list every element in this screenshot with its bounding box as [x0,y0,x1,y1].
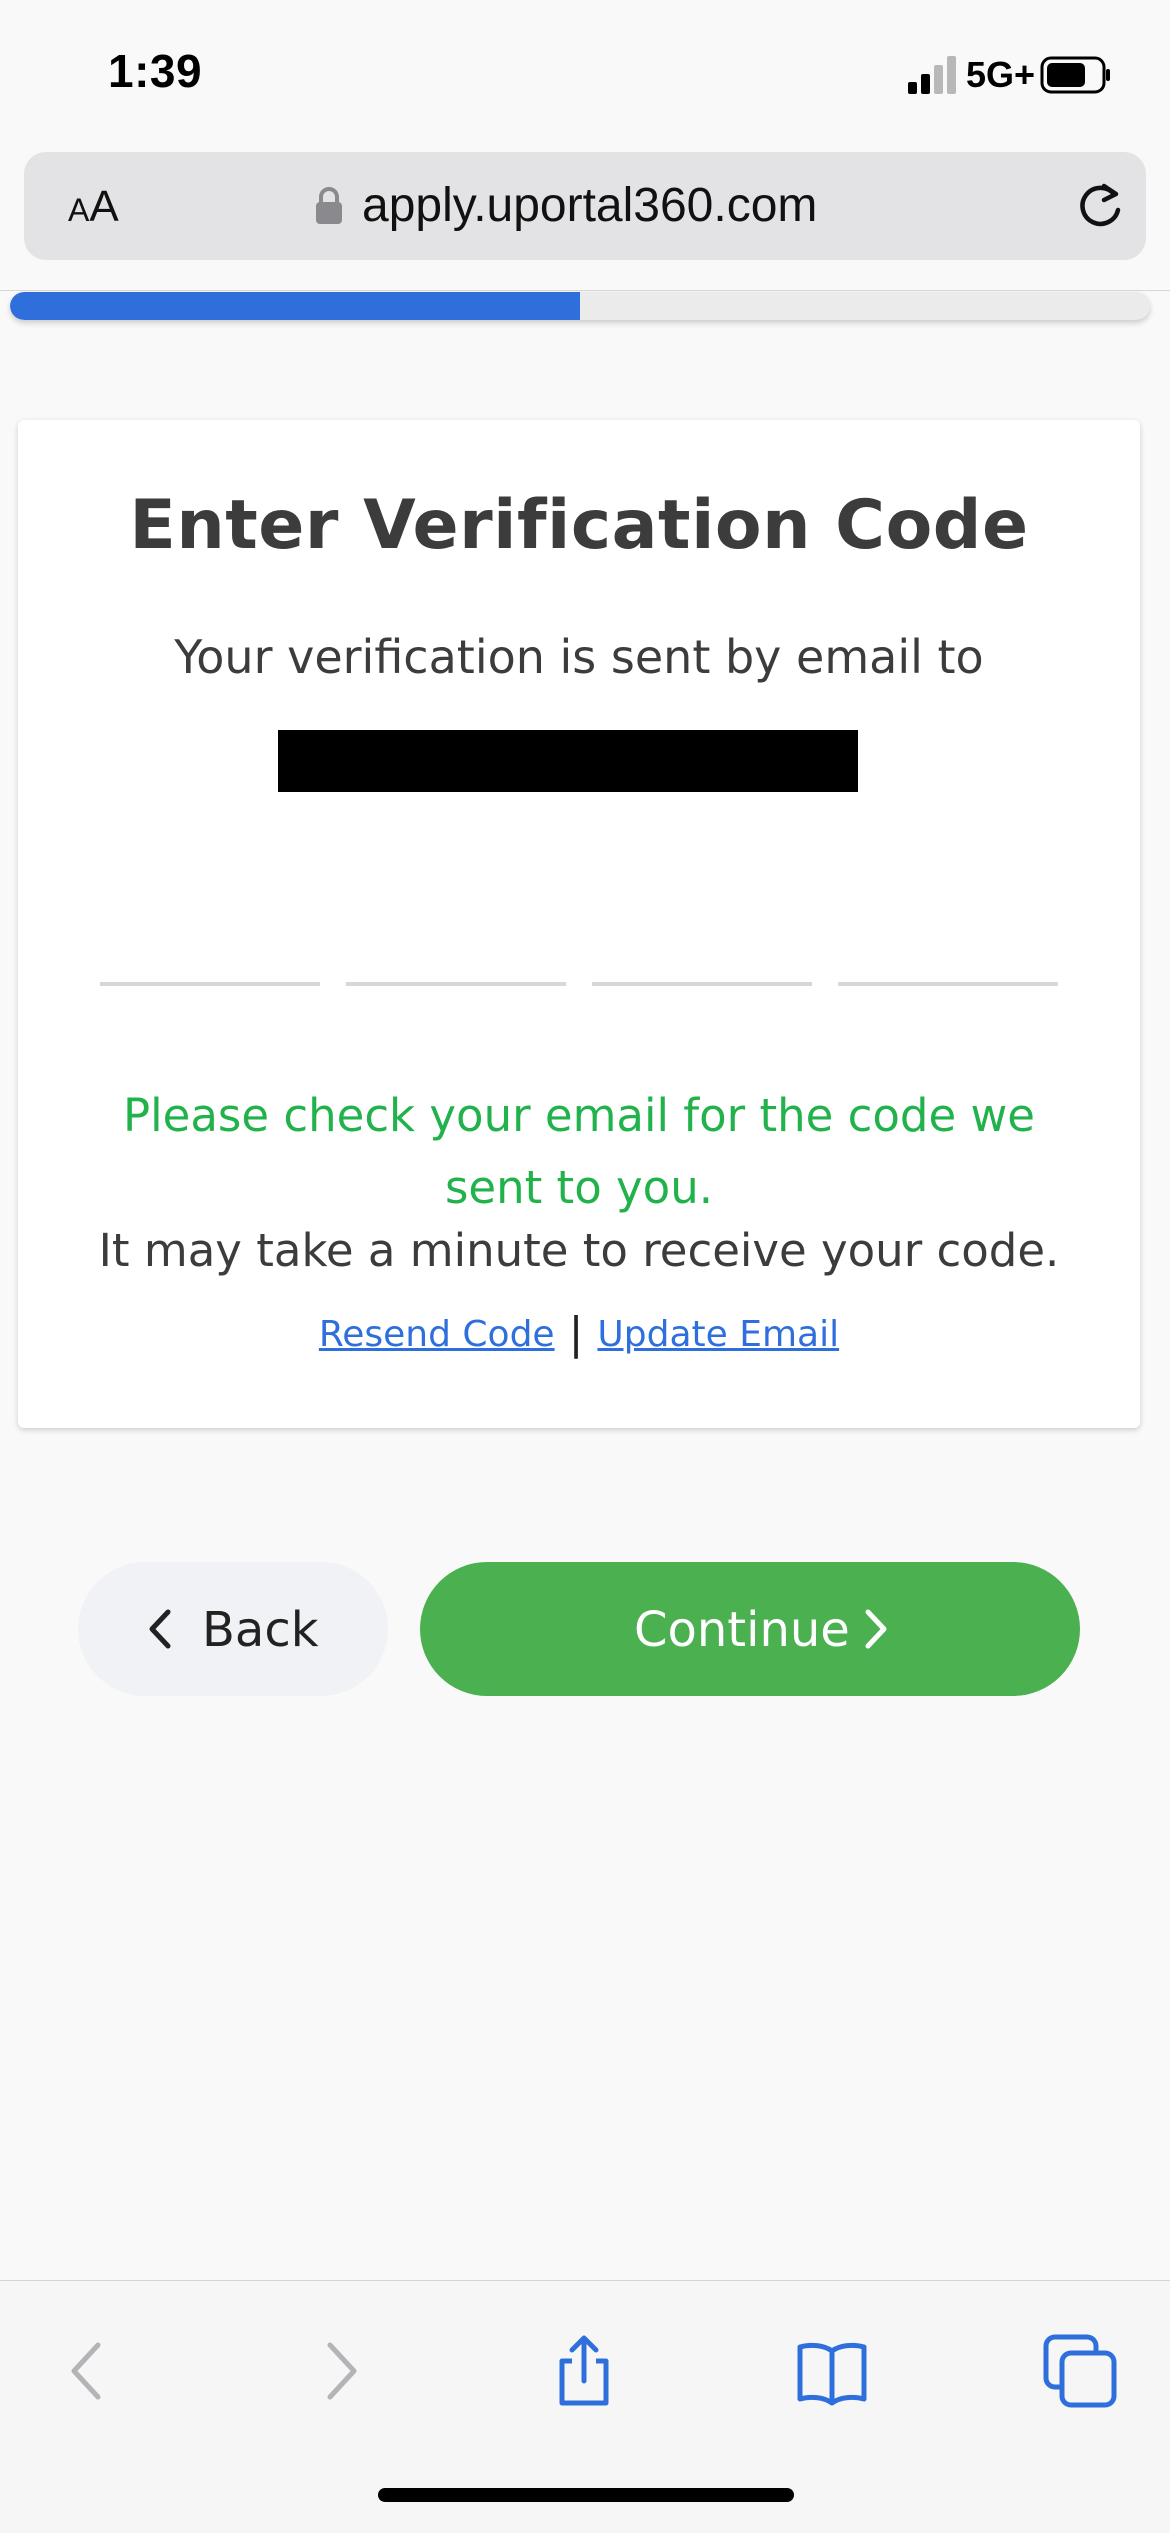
code-input-group [100,920,1074,986]
code-digit-1[interactable] [100,920,320,986]
redacted-email [278,730,858,792]
verification-card: Enter Verification Code Your verificatio… [18,420,1140,1428]
code-links: Resend Code | Update Email [18,1306,1140,1359]
status-bar: 1:39 5G+ [0,0,1170,140]
chevron-right-icon [865,1609,887,1649]
chevron-left-icon [149,1609,171,1649]
bookmarks-icon[interactable] [792,2331,872,2411]
check-email-message: Please check your email for the code we … [123,1089,1035,1214]
lock-icon [316,187,342,224]
verification-subtitle: Your verification is sent by email to [174,630,984,684]
cellular-signal-icon [908,56,956,94]
back-button[interactable]: Back [78,1562,388,1696]
back-label: Back [202,1602,319,1658]
progress-bar [10,292,1150,320]
delay-info-message: It may take a minute to receive your cod… [98,1224,1060,1277]
reload-icon[interactable] [1074,180,1126,232]
update-email-link[interactable]: Update Email [597,1314,839,1355]
progress-fill [10,292,580,320]
resend-code-link[interactable]: Resend Code [319,1314,555,1355]
continue-button[interactable]: Continue [420,1562,1080,1696]
back-arrow-icon[interactable] [48,2331,128,2411]
address-bar[interactable]: AA apply.uportal360.com [24,152,1146,260]
aa-small-label: A [68,192,90,228]
code-digit-3[interactable] [592,920,812,986]
link-separator: | [568,1308,584,1359]
status-time: 1:39 [108,45,203,97]
code-digit-2[interactable] [346,920,566,986]
battery-icon [1040,56,1110,94]
home-indicator [378,2488,794,2502]
code-digit-4[interactable] [838,920,1058,986]
tabs-icon[interactable] [1040,2331,1120,2411]
page-title: Enter Verification Code [129,486,1029,565]
aa-big-label: A [89,182,119,231]
header-divider [0,290,1170,291]
continue-label: Continue [634,1602,850,1658]
forward-arrow-icon[interactable] [300,2331,380,2411]
network-type: 5G+ [966,54,1036,95]
url-text[interactable]: apply.uportal360.com [362,178,817,233]
share-icon[interactable] [544,2331,624,2411]
reader-text-size-button[interactable]: AA [68,182,119,232]
